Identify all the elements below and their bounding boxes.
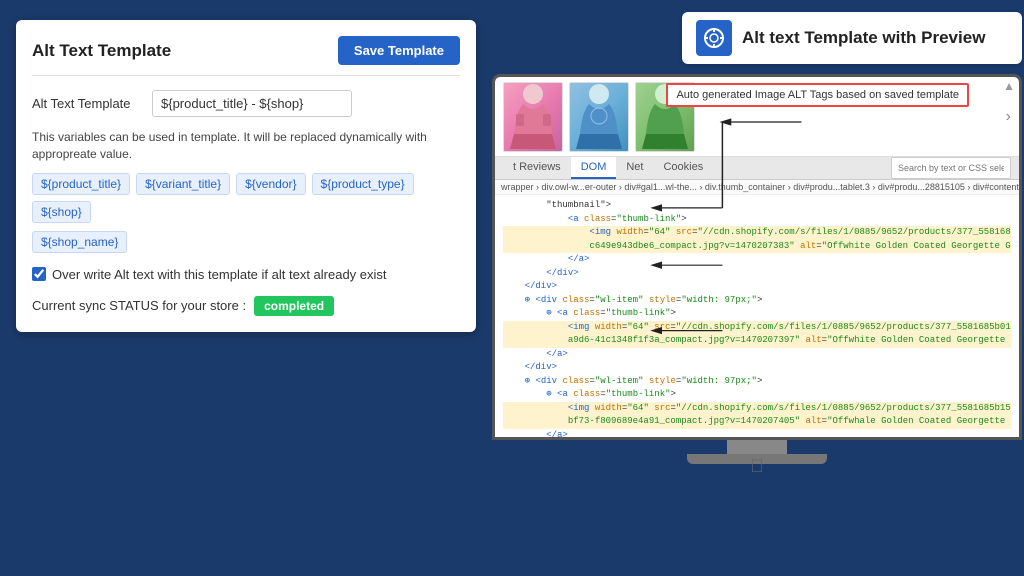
apple-logo-icon:  bbox=[687, 456, 827, 477]
code-line-highlighted-3: <img width="64" src="//cdn.shopify.com/s… bbox=[503, 321, 1011, 335]
tag-shop[interactable]: ${shop} bbox=[32, 201, 91, 223]
tab-net[interactable]: Net bbox=[616, 157, 653, 179]
code-line: </div> bbox=[503, 267, 1011, 281]
dom-search-input[interactable] bbox=[891, 157, 1011, 179]
screen-content: › Auto generated Image ALT Tags based on… bbox=[495, 77, 1019, 437]
dress-svg-2 bbox=[572, 84, 627, 149]
product-image-1 bbox=[503, 82, 563, 152]
tag-variant-title[interactable]: ${variant_title} bbox=[136, 173, 230, 195]
tags-row-2: ${shop_name} bbox=[32, 231, 460, 253]
code-line: </a> bbox=[503, 429, 1011, 438]
checkbox-row: Over write Alt text with this template i… bbox=[32, 267, 460, 282]
chevron-right-icon[interactable]: › bbox=[1006, 108, 1011, 126]
right-panel: Alt text Template with Preview bbox=[492, 12, 1022, 464]
tag-shop-name[interactable]: ${shop_name} bbox=[32, 231, 127, 253]
dom-code: "thumbnail"> <a class="thumb-link"> <img… bbox=[495, 195, 1019, 437]
code-line: </a> bbox=[503, 348, 1011, 362]
left-panel: Alt Text Template Save Template Alt Text… bbox=[16, 20, 476, 332]
stand-base:  bbox=[687, 454, 827, 464]
panel-header: Alt Text Template Save Template bbox=[32, 36, 460, 76]
main-layout: Alt Text Template Save Template Alt Text… bbox=[0, 0, 1024, 576]
code-line: </a> bbox=[503, 253, 1011, 267]
panel-title: Alt Text Template bbox=[32, 41, 171, 61]
code-line-highlighted-4: a9d6-41c1348f1f3a_compact.jpg?v=14702073… bbox=[503, 334, 1011, 348]
tab-reviews[interactable]: t Reviews bbox=[503, 157, 571, 179]
code-line: ⊕ <a class="thumb-link"> bbox=[503, 388, 1011, 402]
code-line-highlighted-1: <img width="64" src="//cdn.shopify.com/s… bbox=[503, 226, 1011, 240]
helper-text: This variables can be used in template. … bbox=[32, 129, 460, 163]
tab-dom[interactable]: DOM bbox=[571, 157, 617, 179]
field-label: Alt Text Template bbox=[32, 96, 142, 111]
code-line: ⊕ <div class="wl-item" style="width: 97p… bbox=[503, 375, 1011, 389]
search-gear-icon bbox=[703, 27, 725, 49]
stand-neck bbox=[727, 440, 787, 454]
dom-tabs: t Reviews DOM Net Cookies bbox=[495, 157, 1019, 180]
code-line-highlighted-5: <img width="64" src="//cdn.shopify.com/s… bbox=[503, 402, 1011, 416]
monitor: › Auto generated Image ALT Tags based on… bbox=[492, 74, 1022, 464]
tag-vendor[interactable]: ${vendor} bbox=[236, 173, 305, 195]
code-line-highlighted-2: c649e943dbe6_compact.jpg?v=1470207383" a… bbox=[503, 240, 1011, 254]
dom-area: t Reviews DOM Net Cookies wrapper › div.… bbox=[495, 157, 1019, 437]
code-line-highlighted-6: bf73-f809689e4a91_compact.jpg?v=14702074… bbox=[503, 415, 1011, 429]
header-icon bbox=[696, 20, 732, 56]
breadcrumb-text: wrapper › div.owl-w...er-outer › div#gal… bbox=[501, 182, 1019, 192]
overwrite-checkbox[interactable] bbox=[32, 267, 46, 281]
scroll-up-icon[interactable]: ▲ bbox=[1003, 79, 1015, 93]
auto-label-text: Auto generated Image ALT Tags based on s… bbox=[676, 89, 959, 101]
tab-cookies[interactable]: Cookies bbox=[653, 157, 713, 179]
tags-row: ${product_title} ${variant_title} ${vend… bbox=[32, 173, 460, 223]
breadcrumb-bar: wrapper › div.owl-w...er-outer › div#gal… bbox=[495, 180, 1019, 195]
top-header: Alt text Template with Preview bbox=[682, 12, 1022, 64]
monitor-stand:  bbox=[492, 440, 1022, 464]
tag-product-title[interactable]: ${product_title} bbox=[32, 173, 130, 195]
code-line: </div> bbox=[503, 280, 1011, 294]
dress-svg-1 bbox=[506, 84, 561, 149]
checkbox-label: Over write Alt text with this template i… bbox=[52, 267, 387, 282]
auto-label-box: Auto generated Image ALT Tags based on s… bbox=[666, 83, 969, 107]
code-line: <a class="thumb-link"> bbox=[503, 213, 1011, 227]
save-template-button[interactable]: Save Template bbox=[338, 36, 460, 65]
code-line: "thumbnail"> bbox=[503, 199, 1011, 213]
monitor-screen: › Auto generated Image ALT Tags based on… bbox=[492, 74, 1022, 440]
status-label: Current sync STATUS for your store : bbox=[32, 298, 246, 313]
header-title: Alt text Template with Preview bbox=[742, 28, 985, 48]
code-line: ⊕ <a class="thumb-link"> bbox=[503, 307, 1011, 321]
field-row: Alt Text Template bbox=[32, 90, 460, 117]
alt-text-template-input[interactable] bbox=[152, 90, 352, 117]
product-image-2 bbox=[569, 82, 629, 152]
status-row: Current sync STATUS for your store : com… bbox=[32, 296, 460, 316]
tag-product-type[interactable]: ${product_type} bbox=[312, 173, 414, 195]
product-strip: › Auto generated Image ALT Tags based on… bbox=[495, 77, 1019, 157]
code-line: ⊕ <div class="wl-item" style="width: 97p… bbox=[503, 294, 1011, 308]
status-badge: completed bbox=[254, 296, 334, 316]
code-line: </div> bbox=[503, 361, 1011, 375]
